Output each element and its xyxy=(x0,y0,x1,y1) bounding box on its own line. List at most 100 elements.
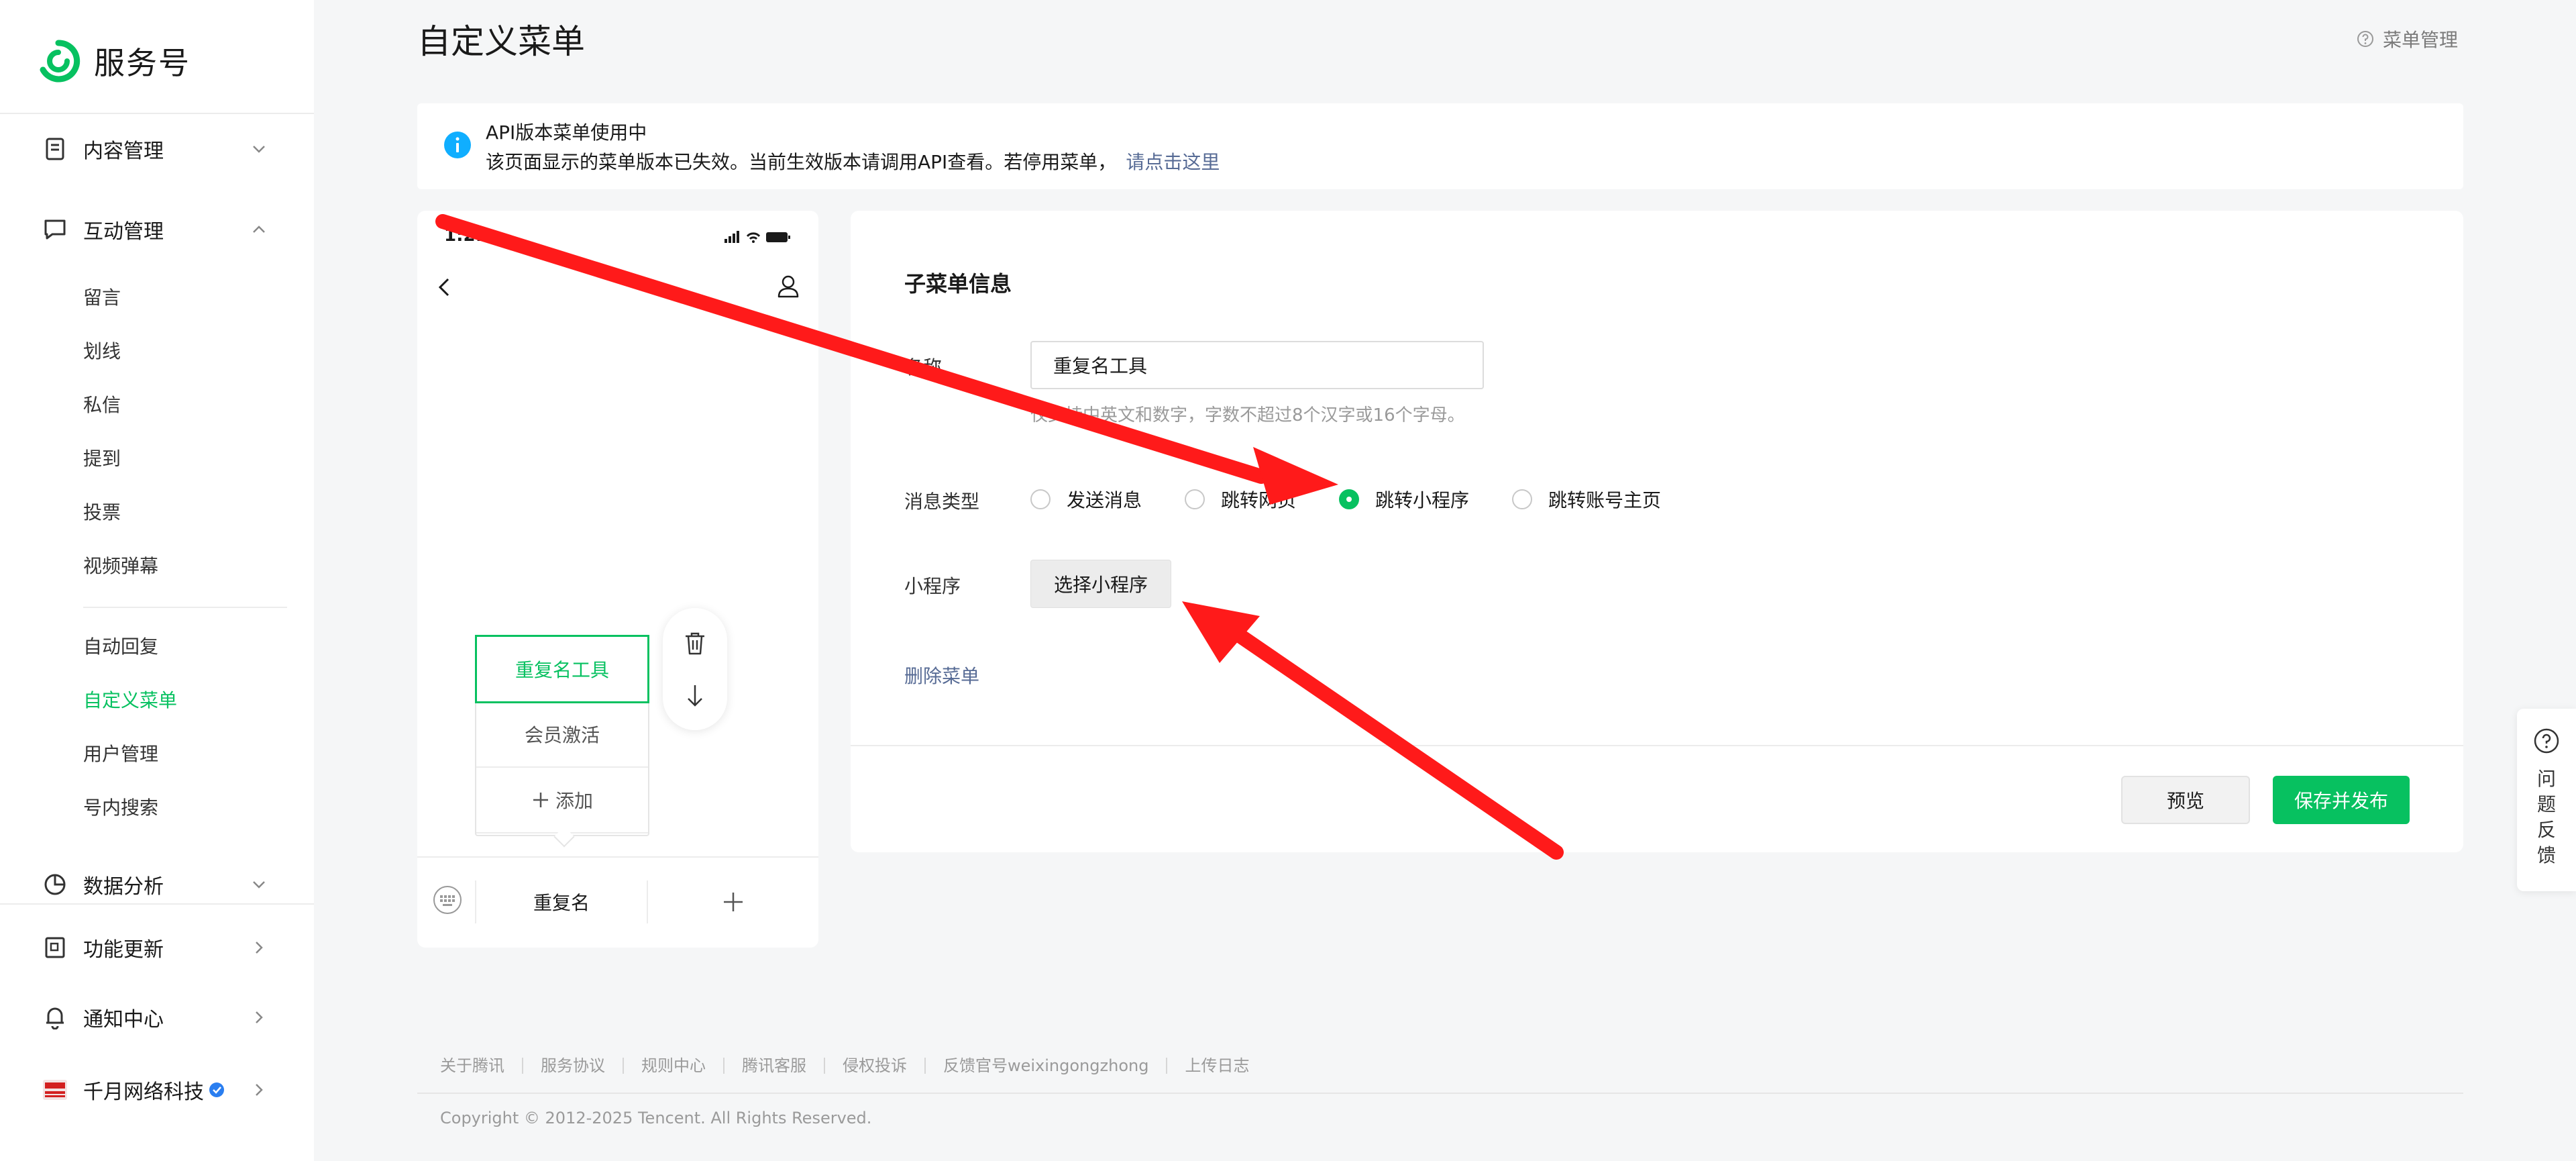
feedback-char: 馈 xyxy=(2536,844,2556,866)
panel-title: 子菜单信息 xyxy=(904,271,1012,297)
notice-click-here-link[interactable]: 请点击这里 xyxy=(1126,151,1220,173)
footer-link-upload-log[interactable]: 上传日志 xyxy=(1166,1058,1267,1074)
pie-chart-icon xyxy=(42,871,68,898)
sidebar: 服务号 内容管理 互动管理 留言 划线 私信 提到 投票 视频弹幕 自动回复 自… xyxy=(0,0,314,1161)
radio-open-webpage[interactable]: 跳转网页 xyxy=(1185,486,1296,513)
radio-label: 跳转网页 xyxy=(1221,489,1297,511)
sidebar-divider xyxy=(83,607,287,608)
footer-divider xyxy=(417,1093,2463,1094)
feedback-char: 问 xyxy=(2536,768,2556,790)
plus-icon xyxy=(533,793,548,807)
trash-icon xyxy=(686,632,704,655)
info-icon xyxy=(444,132,471,158)
sidebar-item-underline[interactable]: 划线 xyxy=(83,338,121,365)
chevron-up-icon xyxy=(253,225,265,233)
footer-link-about[interactable]: 关于腾讯 xyxy=(440,1058,522,1074)
footer-links: 关于腾讯 服务协议 规则中心 腾讯客服 侵权投诉 反馈官号weixingongz… xyxy=(440,1058,1267,1074)
radio-circle xyxy=(1030,489,1051,509)
radio-circle xyxy=(1185,489,1205,509)
notice-body-text: 该页面显示的菜单版本已失效。当前生效版本请调用API查看。若停用菜单， xyxy=(486,151,1117,173)
move-down-button[interactable] xyxy=(663,670,727,722)
chevron-right-icon xyxy=(256,1011,263,1023)
account-switcher[interactable]: 千月网络科技 xyxy=(42,1070,270,1110)
update-icon xyxy=(42,934,68,961)
sidebar-section-notifications[interactable]: 通知中心 xyxy=(42,997,270,1038)
sidebar-section-updates[interactable]: 功能更新 xyxy=(42,927,270,968)
menu-management-label: 菜单管理 xyxy=(2383,29,2459,51)
footer-link-support[interactable]: 腾讯客服 xyxy=(723,1058,824,1074)
sidebar-item-comments[interactable]: 留言 xyxy=(83,285,121,311)
sidebar-item-auto-reply[interactable]: 自动回复 xyxy=(83,634,158,660)
service-account-logo-icon xyxy=(40,40,80,83)
chevron-down-icon xyxy=(253,146,265,153)
chat-icon xyxy=(42,216,68,243)
add-submenu-button[interactable]: 添加 xyxy=(476,768,648,834)
plus-icon xyxy=(724,893,743,911)
back-arrow-icon[interactable] xyxy=(433,274,458,301)
sidebar-item-votes[interactable]: 投票 xyxy=(83,499,121,526)
message-type-radio-group: 发送消息 跳转网页 跳转小程序 跳转账号主页 xyxy=(1030,486,1704,513)
radio-open-miniprogram[interactable]: 跳转小程序 xyxy=(1339,486,1469,513)
phone-menu-bar: 重复名 xyxy=(417,856,818,948)
submenu-list: 重复名工具 会员激活 添加 xyxy=(475,635,649,848)
phone-preview: 1:21 重复名工具 会员激活 添加 重复名 xyxy=(417,211,818,948)
status-bar-icons xyxy=(724,231,790,243)
panel-divider xyxy=(851,745,2463,746)
verified-badge-icon xyxy=(209,1082,224,1097)
delete-submenu-button[interactable] xyxy=(663,617,727,670)
sidebar-section-label: 内容管理 xyxy=(83,140,164,163)
sidebar-item-user-management[interactable]: 用户管理 xyxy=(83,741,158,768)
person-icon[interactable] xyxy=(774,272,802,301)
sidebar-item-mentions[interactable]: 提到 xyxy=(83,446,121,472)
feedback-char: 反 xyxy=(2536,819,2556,841)
select-miniprogram-button[interactable]: 选择小程序 xyxy=(1030,560,1171,608)
add-submenu-label: 添加 xyxy=(555,790,593,812)
page-title: 自定义菜单 xyxy=(417,22,585,61)
logo-text: 服务号 xyxy=(94,45,191,81)
footer-link-infringement[interactable]: 侵权投诉 xyxy=(824,1058,924,1074)
question-circle-icon xyxy=(2357,31,2373,47)
radio-open-account-home[interactable]: 跳转账号主页 xyxy=(1512,486,1661,513)
name-input[interactable] xyxy=(1030,341,1484,389)
main-menu-item[interactable]: 重复名 xyxy=(476,880,647,923)
chevron-right-icon xyxy=(256,1084,263,1096)
bell-icon xyxy=(42,1004,68,1031)
submenu-item-selected[interactable]: 重复名工具 xyxy=(475,635,649,703)
sidebar-item-custom-menu[interactable]: 自定义菜单 xyxy=(83,687,177,714)
sidebar-section-label: 通知中心 xyxy=(83,1008,164,1031)
radio-label: 跳转账号主页 xyxy=(1548,489,1662,511)
add-main-menu-button[interactable] xyxy=(648,880,818,923)
delete-menu-link[interactable]: 删除菜单 xyxy=(904,662,979,689)
submenu-editor-panel: 子菜单信息 名称 仅支持中英文和数字，字数不超过8个汉字或16个字母。 消息类型… xyxy=(851,211,2463,852)
sidebar-item-video-danmaku[interactable]: 视频弹幕 xyxy=(83,553,158,580)
sidebar-item-messages[interactable]: 私信 xyxy=(83,392,121,419)
sidebar-section-analytics[interactable]: 数据分析 xyxy=(42,864,270,905)
sidebar-divider xyxy=(0,903,314,905)
sidebar-item-in-account-search[interactable]: 号内搜索 xyxy=(83,795,158,821)
radio-circle xyxy=(1512,489,1533,509)
message-type-label: 消息类型 xyxy=(904,491,980,513)
radio-circle-checked xyxy=(1339,489,1360,509)
notice-title: API版本菜单使用中 xyxy=(486,121,647,144)
status-bar-time: 1:21 xyxy=(444,225,488,246)
save-and-publish-button[interactable]: 保存并发布 xyxy=(2273,776,2410,824)
menu-management-link[interactable]: 菜单管理 xyxy=(2356,26,2458,52)
footer-link-rules[interactable]: 规则中心 xyxy=(623,1058,723,1074)
footer-link-feedback-account[interactable]: 反馈官号weixingongzhong xyxy=(924,1058,1166,1074)
api-version-notice: API版本菜单使用中 该页面显示的菜单版本已失效。当前生效版本请调用API查看。… xyxy=(417,103,2463,189)
question-circle-icon xyxy=(2534,728,2559,754)
copyright: Copyright © 2012-2025 Tencent. All Right… xyxy=(440,1109,872,1127)
sidebar-section-label: 数据分析 xyxy=(83,875,164,899)
submenu-item[interactable]: 会员激活 xyxy=(476,702,648,768)
feedback-float-button[interactable]: 问 题 反 馈 xyxy=(2517,709,2576,891)
footer-link-service-agreement[interactable]: 服务协议 xyxy=(522,1058,623,1074)
sidebar-section-interaction[interactable]: 互动管理 xyxy=(42,209,270,250)
preview-button[interactable]: 预览 xyxy=(2121,776,2250,824)
sidebar-section-content[interactable]: 内容管理 xyxy=(42,129,270,169)
keyboard-icon[interactable] xyxy=(432,885,463,915)
account-name: 千月网络科技 xyxy=(83,1080,204,1104)
name-label: 名称 xyxy=(904,356,943,378)
logo[interactable]: 服务号 xyxy=(36,39,191,83)
radio-send-message[interactable]: 发送消息 xyxy=(1030,486,1142,513)
chevron-right-icon xyxy=(256,942,263,954)
